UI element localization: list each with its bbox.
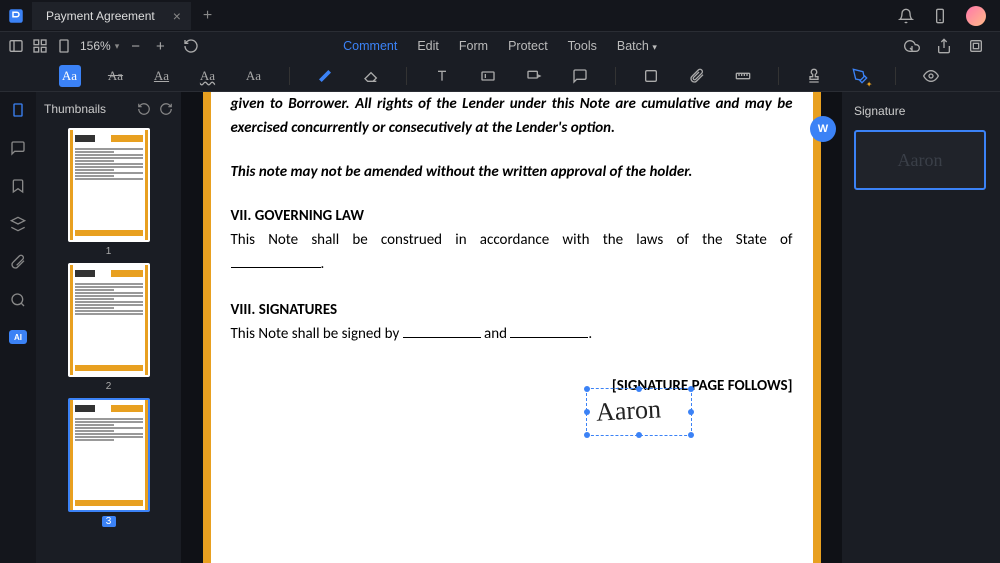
page: given to Borrower. All rights of the Len… bbox=[203, 92, 821, 563]
comment-ribbon: Aa Aa Aa Aa Aa ✦ bbox=[0, 60, 1000, 92]
cloud-icon[interactable] bbox=[904, 38, 920, 54]
underline-tool[interactable]: Aa bbox=[151, 65, 173, 87]
main-menu: Comment Edit Form Protect Tools Batch ▾ bbox=[343, 39, 657, 53]
attachment-tool[interactable] bbox=[686, 65, 708, 87]
app-logo bbox=[0, 0, 32, 32]
signature-panel: Signature Aaron bbox=[842, 92, 1000, 563]
note-tool[interactable] bbox=[569, 65, 591, 87]
hide-tool[interactable] bbox=[920, 65, 942, 87]
close-tab-icon[interactable]: × bbox=[173, 8, 181, 24]
menu-comment[interactable]: Comment bbox=[343, 39, 397, 53]
titlebar: Payment Agreement × + bbox=[0, 0, 1000, 32]
menu-tools[interactable]: Tools bbox=[568, 39, 597, 53]
menu-form[interactable]: Form bbox=[459, 39, 488, 53]
strikethrough-tool[interactable]: Aa bbox=[105, 65, 127, 87]
search-rail-icon[interactable] bbox=[10, 292, 26, 308]
menu-batch[interactable]: Batch ▾ bbox=[617, 39, 657, 53]
marker-tool[interactable] bbox=[314, 65, 336, 87]
squiggly-tool[interactable]: Aa bbox=[197, 65, 219, 87]
highlight-tool[interactable]: Aa bbox=[59, 65, 81, 87]
caret-tool[interactable]: Aa bbox=[243, 65, 265, 87]
ai-rail-badge[interactable]: AI bbox=[9, 330, 27, 344]
thumbnails-rail-icon[interactable] bbox=[10, 102, 26, 118]
thumbnail-page-2[interactable]: 2 bbox=[68, 263, 150, 392]
bell-icon[interactable] bbox=[898, 8, 914, 24]
heading-signatures: VIII. SIGNATURES bbox=[231, 298, 793, 322]
text-tool[interactable] bbox=[431, 65, 453, 87]
mobile-icon[interactable] bbox=[932, 8, 948, 24]
page-layout-icon[interactable] bbox=[56, 38, 72, 54]
signature-page-follows: [SIGNATURE PAGE FOLLOWS] bbox=[231, 374, 793, 398]
print-icon[interactable] bbox=[968, 38, 984, 54]
callout-tool[interactable] bbox=[523, 65, 545, 87]
rotate-right-icon[interactable] bbox=[159, 102, 173, 116]
word-export-button[interactable]: W bbox=[810, 116, 836, 142]
tab-title: Payment Agreement bbox=[46, 9, 155, 23]
thumbnails-panel: Thumbnails 1 2 bbox=[36, 92, 181, 563]
thumbnail-page-3[interactable]: 3 bbox=[68, 398, 150, 527]
signature-preview[interactable]: Aaron bbox=[854, 130, 986, 190]
thumbnail-page-1[interactable]: 1 bbox=[68, 128, 150, 257]
sidebar-toggle-icon[interactable] bbox=[8, 38, 24, 54]
menu-edit[interactable]: Edit bbox=[417, 39, 439, 53]
menu-protect[interactable]: Protect bbox=[508, 39, 548, 53]
signature-annotation[interactable]: Aaron bbox=[595, 394, 661, 427]
layers-rail-icon[interactable] bbox=[10, 216, 26, 232]
new-tab-button[interactable]: + bbox=[191, 7, 224, 25]
paragraph-signed-by: This Note shall be signed by and . bbox=[231, 322, 793, 346]
shape-tool[interactable] bbox=[640, 65, 662, 87]
rotate-left-icon[interactable] bbox=[137, 102, 151, 116]
signature-tool[interactable]: ✦ bbox=[849, 65, 871, 87]
comments-rail-icon[interactable] bbox=[10, 140, 26, 156]
eraser-tool[interactable] bbox=[360, 65, 382, 87]
zoom-out-button[interactable]: − bbox=[127, 38, 144, 55]
attachments-rail-icon[interactable] bbox=[10, 254, 26, 270]
zoom-in-button[interactable]: + bbox=[152, 38, 169, 55]
document-tab[interactable]: Payment Agreement × bbox=[32, 2, 191, 30]
rotate-icon[interactable] bbox=[183, 38, 199, 54]
measure-tool[interactable] bbox=[732, 65, 754, 87]
main-area: AI Thumbnails 1 2 bbox=[0, 92, 1000, 563]
document-viewport[interactable]: given to Borrower. All rights of the Len… bbox=[181, 92, 842, 563]
zoom-level[interactable]: 156%▾ bbox=[80, 39, 119, 53]
signature-panel-title: Signature bbox=[854, 104, 988, 118]
heading-governing-law: VII. GOVERNING LAW bbox=[231, 204, 793, 228]
paragraph-amend: This note may not be amended without the… bbox=[231, 160, 793, 184]
grid-view-icon[interactable] bbox=[32, 38, 48, 54]
bookmarks-rail-icon[interactable] bbox=[10, 178, 26, 194]
view-toolbar: 156%▾ − + Comment Edit Form Protect Tool… bbox=[0, 32, 1000, 60]
paragraph-rights: given to Borrower. All rights of the Len… bbox=[231, 92, 793, 140]
user-avatar[interactable] bbox=[966, 6, 986, 26]
thumbnails-title: Thumbnails bbox=[44, 102, 106, 116]
left-rail: AI bbox=[0, 92, 36, 563]
textbox-tool[interactable] bbox=[477, 65, 499, 87]
stamp-tool[interactable] bbox=[803, 65, 825, 87]
share-icon[interactable] bbox=[936, 38, 952, 54]
paragraph-governing: This Note shall be construed in accordan… bbox=[231, 228, 793, 252]
